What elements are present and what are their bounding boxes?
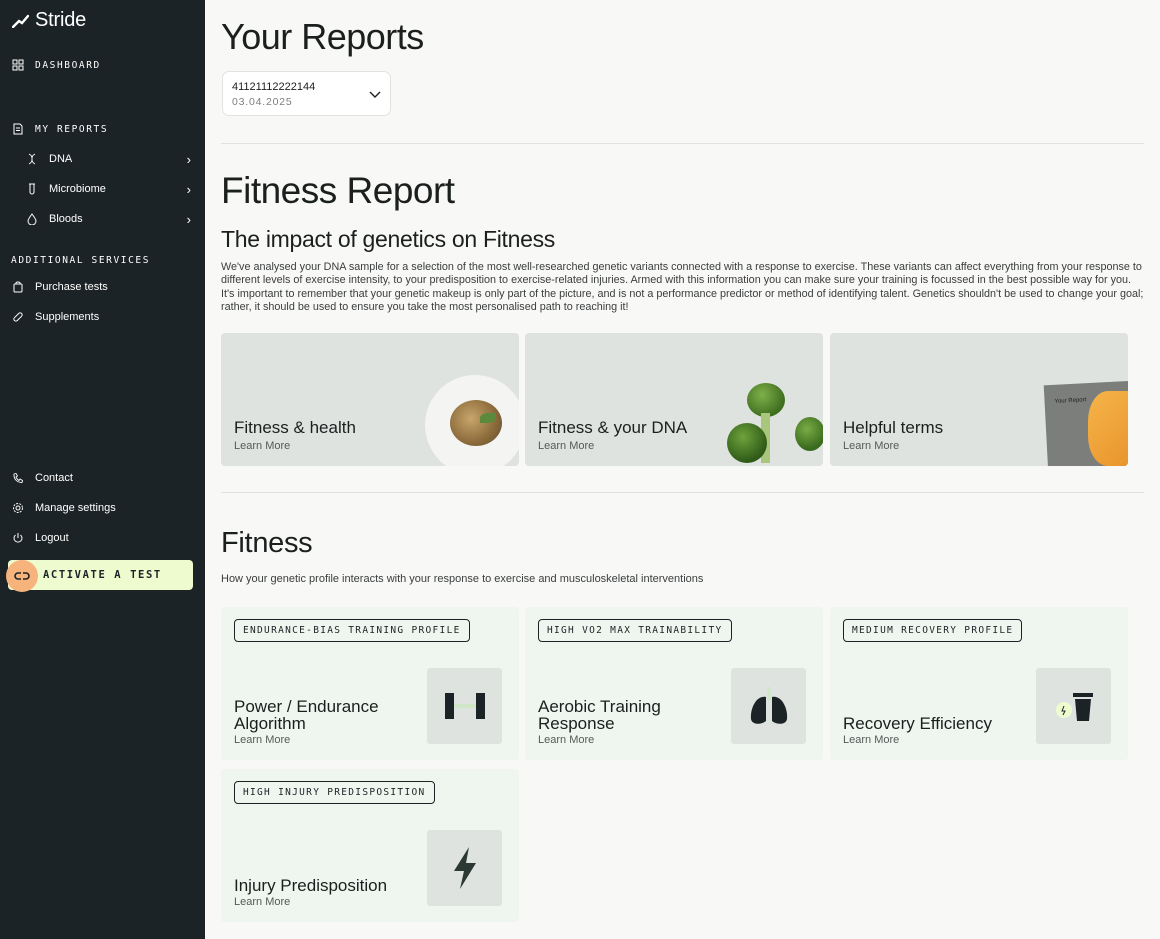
test-tube-icon	[25, 182, 39, 196]
sidebar-item-dna[interactable]: DNA ›	[25, 151, 205, 167]
chevron-right-icon: ›	[186, 151, 191, 167]
trait-card-power-endurance[interactable]: ENDURANCE-BIAS TRAINING PROFILE Power / …	[221, 607, 519, 760]
learn-more-link[interactable]: Learn More	[538, 440, 594, 452]
pill-icon	[11, 310, 25, 324]
status-badge: MEDIUM RECOVERY PROFILE	[843, 619, 1023, 642]
chevron-down-icon	[369, 91, 381, 98]
orange-fruit-image	[1088, 391, 1128, 466]
learn-more-link[interactable]: Learn More	[234, 896, 290, 908]
trait-title: Power / Endurance Algorithm	[234, 697, 379, 733]
trait-title: Injury Predisposition	[234, 876, 388, 895]
dna-icon	[25, 152, 39, 166]
section-description: How your genetic profile interacts with …	[221, 573, 704, 585]
activate-test-label: ACTIVATE A TEST	[43, 569, 162, 581]
learn-more-link[interactable]: Learn More	[843, 440, 899, 452]
sidebar: Stride DASHBOARD MY REPORTS DNA › Microb…	[0, 0, 205, 939]
sidebar-item-label: DASHBOARD	[35, 59, 101, 71]
document-icon	[11, 122, 25, 136]
stride-logo-icon	[11, 14, 30, 28]
sidebar-item-contact[interactable]: Contact	[11, 471, 73, 485]
sidebar-item-label: DNA	[49, 153, 73, 165]
page-title: Your Reports	[221, 16, 424, 57]
info-card-fitness-health[interactable]: Fitness & health Learn More	[221, 333, 519, 466]
sidebar-item-supplements[interactable]: Supplements	[11, 310, 99, 324]
trait-card-recovery-efficiency[interactable]: MEDIUM RECOVERY PROFILE Recovery Efficie…	[830, 607, 1128, 760]
learn-more-link[interactable]: Learn More	[234, 734, 290, 746]
divider	[221, 492, 1144, 493]
sidebar-item-purchase-tests[interactable]: Purchase tests	[11, 280, 108, 294]
logo[interactable]: Stride	[11, 9, 87, 32]
chevron-right-icon: ›	[186, 211, 191, 227]
link-icon	[6, 560, 38, 592]
section-title: Fitness	[221, 527, 313, 559]
trait-title: Recovery Efficiency	[843, 714, 992, 733]
report-id: 41121112222144	[232, 81, 316, 93]
phone-icon	[11, 471, 25, 485]
bag-icon	[11, 280, 25, 294]
trait-title: Aerobic Training Response	[538, 697, 661, 733]
sidebar-item-logout[interactable]: Logout	[11, 531, 69, 545]
lightning-icon	[427, 830, 502, 906]
blood-drop-icon	[25, 212, 39, 226]
status-badge: HIGH VO2 MAX TRAINABILITY	[538, 619, 732, 642]
info-card-fitness-dna[interactable]: Fitness & your DNA Learn More	[525, 333, 823, 466]
sidebar-item-dashboard[interactable]: DASHBOARD	[11, 58, 101, 72]
report-subtitle: The impact of genetics on Fitness	[221, 226, 555, 252]
broccoli-image	[725, 383, 823, 466]
report-selector-dropdown[interactable]: 41121112222144 03.04.2025	[222, 71, 391, 116]
intro-paragraph: We've analysed your DNA sample for a sel…	[221, 261, 1144, 313]
info-card-helpful-terms[interactable]: Your Report Helpful terms Learn More	[830, 333, 1128, 466]
booklet-text: Your Report	[1054, 397, 1087, 405]
sidebar-item-label: Supplements	[35, 311, 100, 323]
info-card-title: Fitness & your DNA	[538, 418, 688, 437]
learn-more-link[interactable]: Learn More	[843, 734, 899, 746]
trait-card-aerobic-training[interactable]: HIGH VO2 MAX TRAINABILITY Aerobic Traini…	[525, 607, 823, 760]
cup-icon	[1036, 668, 1111, 744]
divider	[221, 143, 1144, 144]
status-badge: ENDURANCE-BIAS TRAINING PROFILE	[234, 619, 470, 642]
sidebar-item-label: Manage settings	[35, 502, 116, 514]
main-content: Your Reports 41121112222144 03.04.2025 F…	[205, 0, 1160, 939]
sidebar-section-label: MY REPORTS	[35, 123, 109, 135]
sidebar-item-bloods[interactable]: Bloods ›	[25, 211, 205, 227]
power-icon	[11, 531, 25, 545]
sidebar-item-label: Contact	[35, 472, 73, 484]
activate-test-button[interactable]: ACTIVATE A TEST	[6, 560, 193, 592]
sidebar-item-label: Purchase tests	[35, 281, 108, 293]
learn-more-link[interactable]: Learn More	[538, 734, 594, 746]
status-badge: HIGH INJURY PREDISPOSITION	[234, 781, 435, 804]
sidebar-section-additional-services: ADDITIONAL SERVICES	[11, 255, 151, 266]
sidebar-item-label: Logout	[35, 532, 69, 544]
sidebar-item-microbiome[interactable]: Microbiome ›	[25, 181, 205, 197]
app-name: Stride	[35, 9, 87, 31]
dumbbell-icon	[427, 668, 502, 744]
sidebar-item-label: Bloods	[49, 213, 83, 225]
trait-card-injury-predisposition[interactable]: HIGH INJURY PREDISPOSITION Injury Predis…	[221, 769, 519, 922]
info-card-title: Fitness & health	[234, 418, 356, 437]
learn-more-link[interactable]: Learn More	[234, 440, 290, 452]
sidebar-section-my-reports[interactable]: MY REPORTS	[11, 122, 108, 136]
sidebar-item-label: Microbiome	[49, 183, 106, 195]
chevron-right-icon: ›	[186, 181, 191, 197]
report-title: Fitness Report	[221, 170, 455, 211]
info-card-title: Helpful terms	[843, 418, 944, 437]
grid-icon	[11, 58, 25, 72]
lungs-icon	[731, 668, 806, 744]
sidebar-item-manage-settings[interactable]: Manage settings	[11, 501, 116, 515]
gear-icon	[11, 501, 25, 515]
food-plate-image	[425, 375, 519, 466]
report-date: 03.04.2025	[232, 96, 293, 108]
